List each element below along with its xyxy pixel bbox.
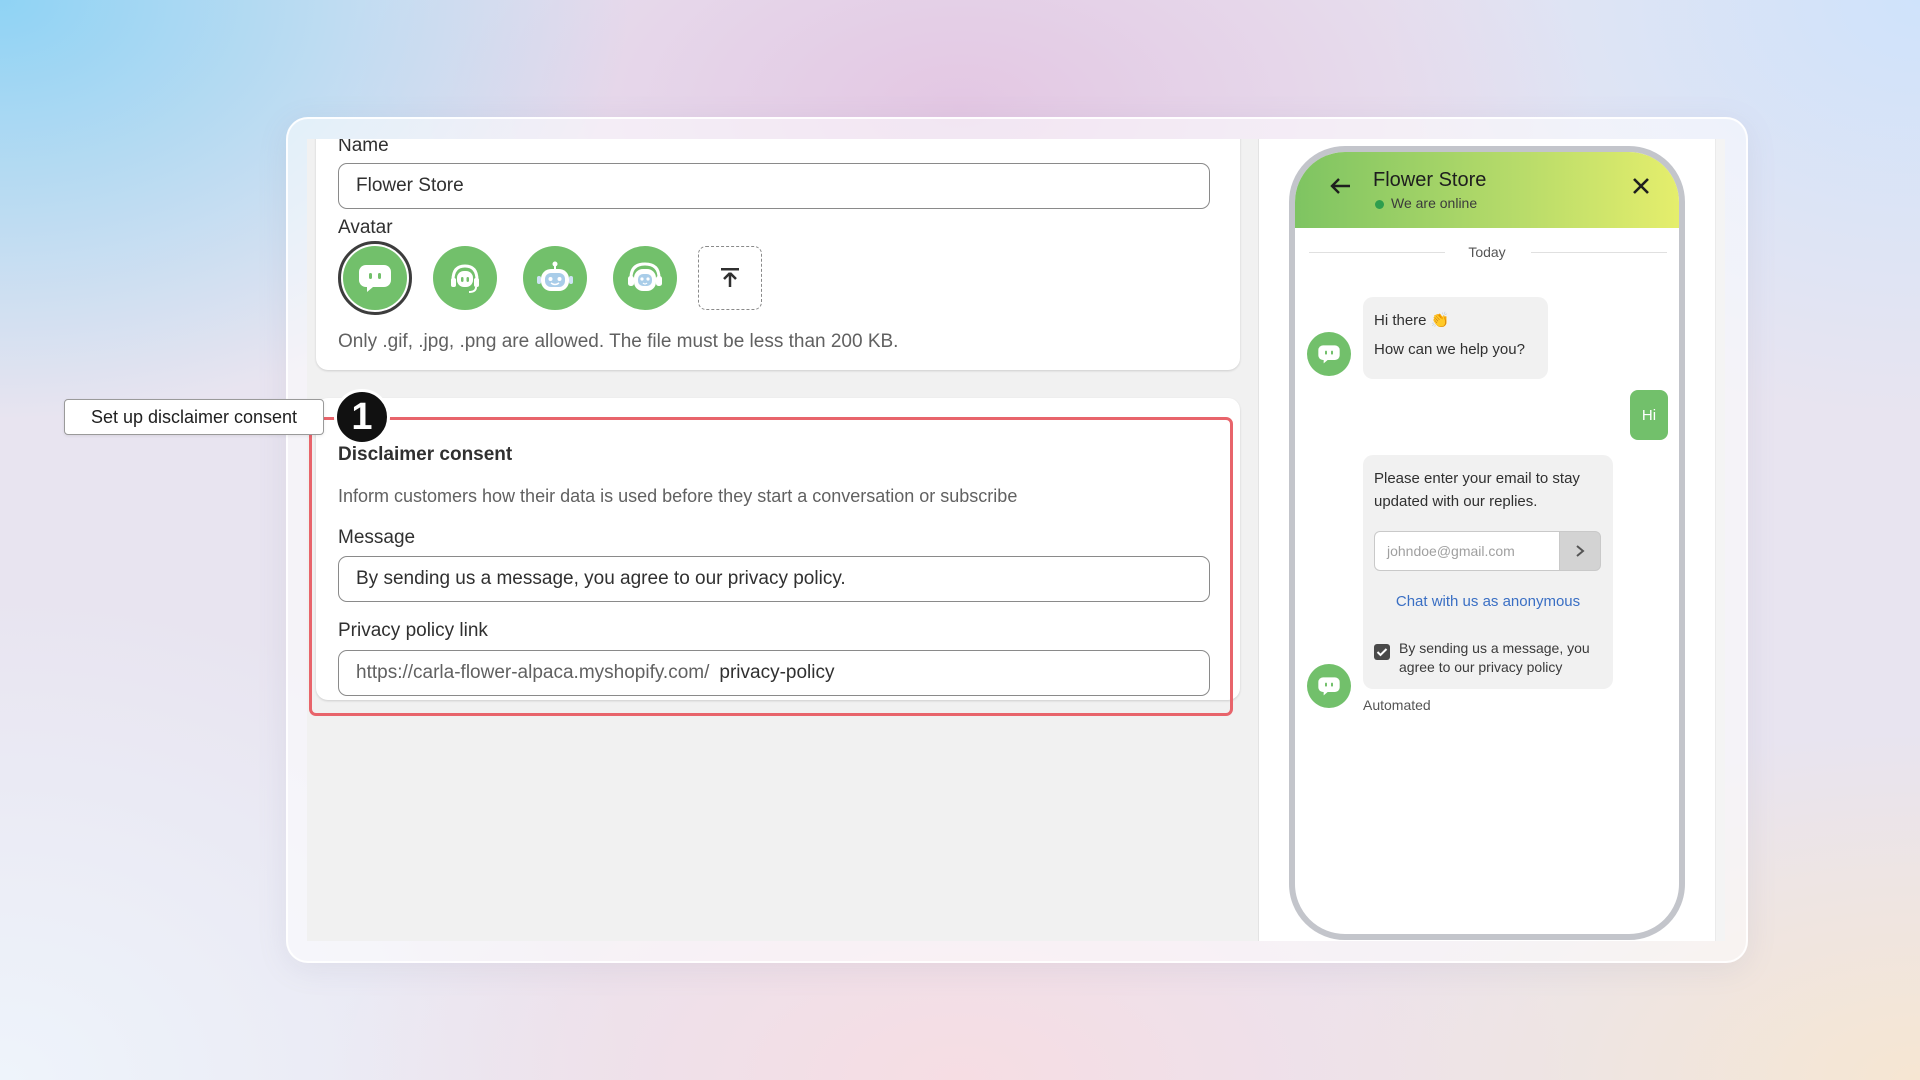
greeting-line-1: Hi there 👏 (1374, 312, 1450, 329)
robot-avatar-icon (523, 246, 587, 310)
profile-card: Name Flower Store Avatar Only .gif, .jpg… (316, 139, 1240, 370)
email-submit-button[interactable] (1559, 531, 1601, 571)
upload-icon (721, 268, 739, 287)
avatar-option-headset[interactable] (428, 241, 502, 315)
step-callout-label: Set up disclaimer consent (64, 399, 324, 435)
email-input[interactable]: johndoe@gmail.com (1374, 531, 1560, 571)
online-status-text: We are online (1391, 195, 1478, 211)
robot-headset-avatar-icon (613, 246, 677, 310)
consent-checkbox[interactable] (1374, 644, 1390, 660)
name-label: Name (338, 139, 389, 156)
chat-bubble-avatar-icon (343, 246, 407, 310)
chat-anonymous-link[interactable]: Chat with us as anonymous (1363, 593, 1613, 610)
name-input[interactable]: Flower Store (338, 163, 1210, 209)
privacy-link-input[interactable]: https://carla-flower-alpaca.myshopify.co… (338, 650, 1210, 696)
email-capture-bubble: Please enter your email to stay updated … (1363, 455, 1613, 689)
chevron-right-icon (1576, 545, 1585, 557)
chat-store-name: Flower Store (1373, 169, 1487, 191)
back-arrow-icon[interactable] (1329, 174, 1353, 198)
avatar-options (338, 241, 762, 315)
avatar-option-robot-headset[interactable] (608, 241, 682, 315)
checkmark-icon (1376, 648, 1388, 657)
bot-avatar-2 (1307, 664, 1351, 708)
avatar-help-text: Only .gif, .jpg, .png are allowed. The f… (338, 331, 899, 352)
greeting-line-2: How can we help you? (1374, 341, 1525, 358)
disclaimer-title: Disclaimer consent (338, 444, 513, 465)
avatar-option-robot[interactable] (518, 241, 592, 315)
message-label: Message (338, 527, 416, 548)
online-status-dot (1375, 200, 1384, 209)
date-divider-line-right (1531, 252, 1667, 253)
step-number-badge: 1 (334, 389, 390, 445)
chat-header: Flower Store We are online (1295, 152, 1679, 228)
privacy-link-label: Privacy policy link (338, 620, 488, 641)
consent-text: By sending us a message, you agree to ou… (1399, 640, 1590, 675)
close-icon[interactable] (1631, 176, 1651, 196)
chat-bubble-icon (1318, 677, 1340, 696)
chat-bubble-icon (1318, 345, 1340, 364)
bot-avatar (1307, 332, 1351, 376)
preview-scrollbar[interactable] (1715, 139, 1725, 941)
avatar-upload-button[interactable] (698, 246, 762, 310)
email-prompt-text: Please enter your email to stay updated … (1374, 470, 1580, 510)
privacy-link-prefix: https://carla-flower-alpaca.myshopify.co… (356, 662, 710, 683)
headset-avatar-icon (433, 246, 497, 310)
disclaimer-description: Inform customers how their data is used … (338, 486, 1018, 506)
disclaimer-card: Disclaimer consent Inform customers how … (316, 398, 1240, 700)
privacy-link-path: privacy-policy (719, 662, 835, 683)
message-input[interactable]: By sending us a message, you agree to ou… (338, 556, 1210, 602)
avatar-label: Avatar (338, 217, 393, 238)
avatar-option-chat[interactable] (338, 241, 412, 315)
automated-label: Automated (1363, 697, 1431, 713)
chat-widget-preview: Flower Store We are online Today Hi ther… (1289, 146, 1685, 940)
bot-greeting-bubble: Hi there 👏 How can we help you? (1363, 297, 1548, 379)
user-message-bubble: Hi (1630, 390, 1668, 440)
